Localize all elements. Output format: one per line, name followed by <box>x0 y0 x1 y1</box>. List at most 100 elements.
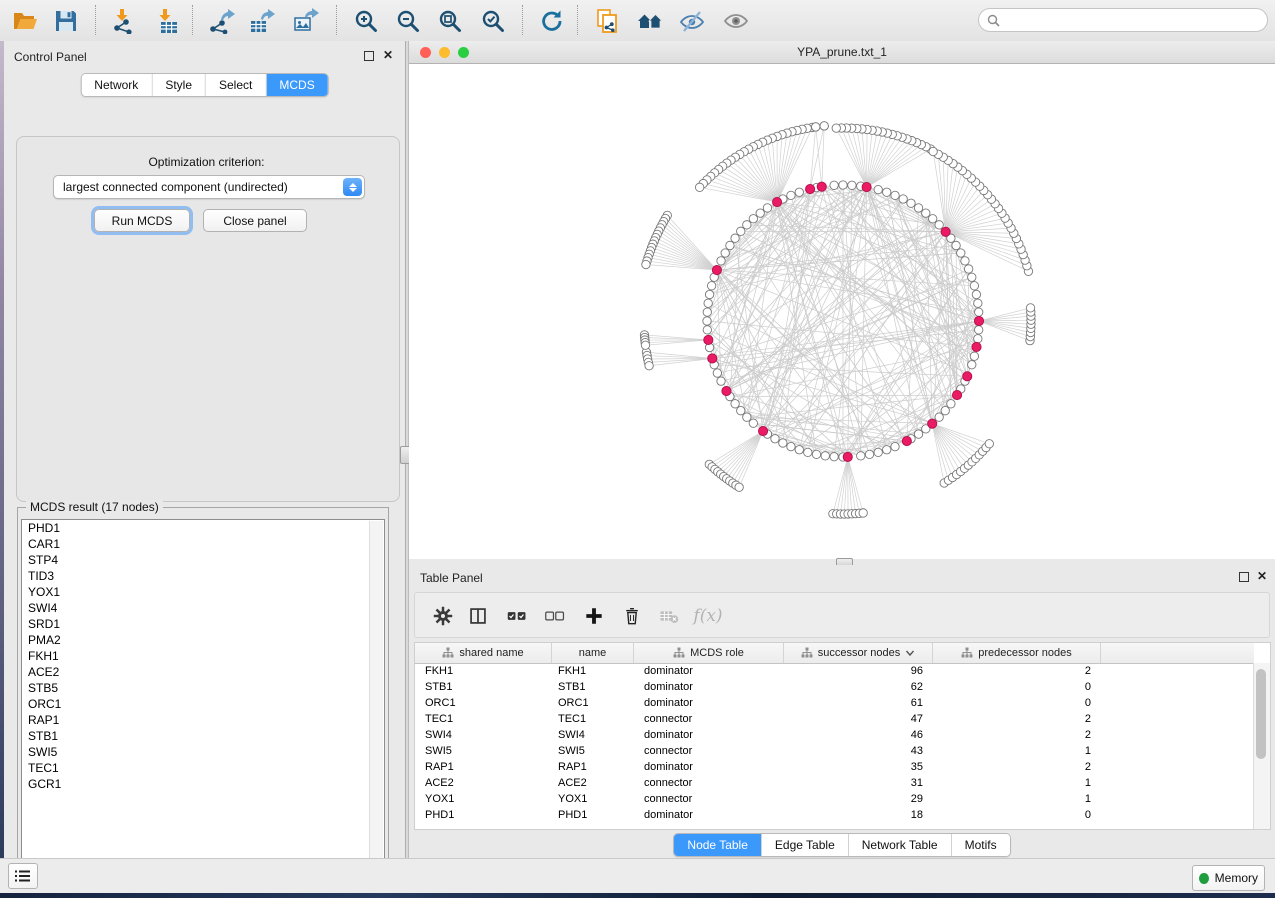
mcds-result-item[interactable]: ORC1 <box>22 696 384 712</box>
open-session-icon[interactable] <box>8 4 42 37</box>
mcds-result-list[interactable]: PHD1CAR1STP4TID3YOX1SWI4SRD1PMA2FKH1ACE2… <box>21 519 385 875</box>
tab-motifs[interactable]: Motifs <box>952 834 1010 856</box>
tab-network-table[interactable]: Network Table <box>849 834 952 856</box>
node-table-body[interactable]: FKH1FKH1dominator962STB1STB1dominator620… <box>415 663 1254 829</box>
run-mcds-button[interactable]: Run MCDS <box>94 209 190 232</box>
column-header-successor-nodes[interactable]: successor nodes <box>784 643 933 663</box>
toolbar-separator <box>522 5 523 35</box>
zoom-out-icon[interactable] <box>391 4 425 37</box>
refresh-layout-icon[interactable] <box>534 4 568 37</box>
table-cell: SWI4 <box>415 729 552 741</box>
table-toolbar: f(x) <box>414 592 1270 638</box>
table-row[interactable]: ORC1ORC1dominator610 <box>415 695 1254 711</box>
table-row[interactable]: PHD1PHD1dominator180 <box>415 807 1254 823</box>
mcds-result-item[interactable]: CAR1 <box>22 536 384 552</box>
column-header-mcds-role[interactable]: MCDS role <box>634 643 784 663</box>
add-column-icon[interactable] <box>578 601 610 631</box>
table-row[interactable]: ACE2ACE2connector311 <box>415 775 1254 791</box>
memory-button[interactable]: Memory <box>1192 865 1265 891</box>
table-cell: connector <box>634 745 784 757</box>
close-table-panel-icon[interactable]: ✕ <box>1256 570 1268 582</box>
table-row[interactable]: SWI4SWI4dominator462 <box>415 727 1254 743</box>
table-row[interactable]: YOX1YOX1connector291 <box>415 791 1254 807</box>
export-network-icon[interactable] <box>205 4 239 37</box>
network-canvas[interactable] <box>409 64 1275 559</box>
main-toolbar <box>0 0 1275 42</box>
table-cell: YOX1 <box>415 793 552 805</box>
table-cell: ACE2 <box>415 777 552 789</box>
table-row[interactable]: RAP1RAP1dominator352 <box>415 759 1254 775</box>
mcds-result-item[interactable]: STB1 <box>22 728 384 744</box>
table-cell: 35 <box>784 761 933 773</box>
memory-label: Memory <box>1215 871 1258 885</box>
mcds-result-item[interactable]: PMA2 <box>22 632 384 648</box>
table-cell: ACE2 <box>552 777 634 789</box>
column-header-name[interactable]: name <box>552 643 634 663</box>
tab-select[interactable]: Select <box>206 74 266 96</box>
deselect-all-icon[interactable] <box>539 601 571 631</box>
mcds-result-item[interactable]: YOX1 <box>22 584 384 600</box>
settings-gear-icon[interactable] <box>427 601 459 631</box>
table-cell: FKH1 <box>552 665 634 677</box>
tab-style[interactable]: Style <box>152 74 206 96</box>
tree-icon <box>442 647 454 659</box>
column-header-predecessor-nodes[interactable]: predecessor nodes <box>933 643 1101 663</box>
mcds-result-item[interactable]: STB5 <box>22 680 384 696</box>
hide-selected-icon[interactable] <box>675 4 709 37</box>
table-scrollbar-thumb[interactable] <box>1256 669 1266 759</box>
table-row[interactable]: FKH1FKH1dominator962 <box>415 663 1254 679</box>
tab-mcds[interactable]: MCDS <box>266 74 327 96</box>
table-cell: dominator <box>634 697 784 709</box>
first-neighbors-icon[interactable] <box>633 4 667 37</box>
mcds-result-item[interactable]: ACE2 <box>22 664 384 680</box>
mcds-result-item[interactable]: TID3 <box>22 568 384 584</box>
tab-node-table[interactable]: Node Table <box>674 834 762 856</box>
table-cell: 62 <box>784 681 933 693</box>
save-session-icon[interactable] <box>49 4 83 37</box>
split-view-icon[interactable] <box>462 601 494 631</box>
mcds-result-item[interactable]: SWI5 <box>22 744 384 760</box>
table-row[interactable]: STB1STB1dominator620 <box>415 679 1254 695</box>
delete-column-icon[interactable] <box>616 601 648 631</box>
tab-edge-table[interactable]: Edge Table <box>762 834 849 856</box>
export-table-icon[interactable] <box>245 4 279 37</box>
table-scrollbar[interactable] <box>1253 663 1270 829</box>
select-all-icon[interactable] <box>501 601 533 631</box>
close-panel-button[interactable]: Close panel <box>203 209 307 232</box>
import-network-icon[interactable] <box>106 4 140 37</box>
mcds-result-item[interactable]: RAP1 <box>22 712 384 728</box>
close-panel-icon[interactable]: ✕ <box>382 49 394 61</box>
table-cell: SWI4 <box>552 729 634 741</box>
mcds-result-item[interactable]: GCR1 <box>22 776 384 792</box>
toolbar-separator <box>192 5 193 35</box>
table-row[interactable]: TEC1TEC1connector472 <box>415 711 1254 727</box>
table-cell: 96 <box>784 665 933 677</box>
mcds-list-scrollbar[interactable] <box>369 521 383 873</box>
search-input[interactable] <box>1006 12 1259 28</box>
mcds-result-item[interactable]: FKH1 <box>22 648 384 664</box>
zoom-in-icon[interactable] <box>349 4 383 37</box>
log-console-icon[interactable] <box>8 863 38 889</box>
optimization-criterion-value: largest connected component (undirected) <box>54 180 343 194</box>
float-table-panel-icon[interactable] <box>1238 571 1250 583</box>
zoom-selected-icon[interactable] <box>476 4 510 37</box>
cytoscape-app: Control Panel ✕ Network Style Select MCD… <box>0 0 1275 898</box>
mcds-result-item[interactable]: TEC1 <box>22 760 384 776</box>
mcds-result-item[interactable]: PHD1 <box>22 520 384 536</box>
optimization-criterion-select[interactable]: largest connected component (undirected) <box>53 175 365 199</box>
table-cell: 47 <box>784 713 933 725</box>
zoom-fit-icon[interactable] <box>433 4 467 37</box>
show-all-icon[interactable] <box>719 4 753 37</box>
mcds-result-item[interactable]: SWI4 <box>22 600 384 616</box>
table-row[interactable]: SWI5SWI5connector431 <box>415 743 1254 759</box>
mcds-result-item[interactable]: STP4 <box>22 552 384 568</box>
column-header-shared-name[interactable]: shared name <box>415 643 552 663</box>
mcds-result-item[interactable]: SRD1 <box>22 616 384 632</box>
table-cell: SWI5 <box>552 745 634 757</box>
float-panel-icon[interactable] <box>363 50 375 62</box>
tab-network[interactable]: Network <box>81 74 152 96</box>
duplicate-network-icon[interactable] <box>591 4 625 37</box>
export-image-icon[interactable] <box>289 4 323 37</box>
table-cell: ORC1 <box>552 697 634 709</box>
import-table-icon[interactable] <box>149 4 183 37</box>
